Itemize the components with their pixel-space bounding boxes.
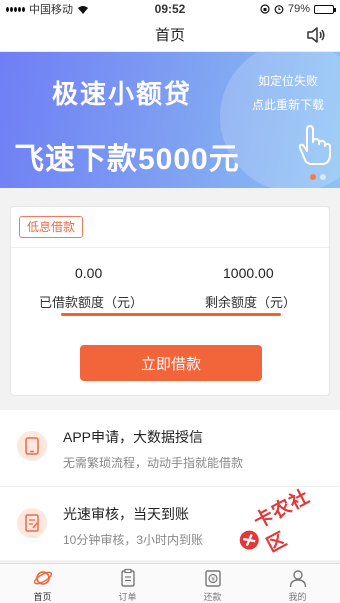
carousel-dots <box>310 174 326 180</box>
feature-item: APP申请，大数据授信 无需繁琐流程，动动手指就能借款 <box>0 410 340 484</box>
speaker-icon[interactable] <box>306 26 326 44</box>
feature-item: 光速审核，当天到账 10分钟审核，3小时内到账 <box>0 486 340 560</box>
tab-home[interactable]: 首页 <box>0 564 85 603</box>
carousel-dot[interactable] <box>320 174 326 180</box>
borrowed-amount-label: 已借款额度（元） <box>39 295 144 310</box>
nav-bar: 首页 <box>0 18 340 52</box>
banner-note-line2[interactable]: 点此重新下载 <box>252 96 324 113</box>
money-card-icon: ¥ <box>204 570 221 587</box>
battery-icon <box>314 4 336 14</box>
feature-title: 光速审核，当天到账 <box>63 506 189 522</box>
borrow-now-button[interactable]: 立即借款 <box>80 345 262 381</box>
carousel-dot-active[interactable] <box>310 174 316 180</box>
user-icon <box>289 570 306 588</box>
tab-label: 我的 <box>288 592 307 602</box>
banner-amount-text: 飞速下款5000元 <box>14 143 240 176</box>
feature-list: APP申请，大数据授信 无需繁琐流程，动动手指就能借款 光速审核，当天到账 10… <box>0 410 340 560</box>
page-title: 首页 <box>154 27 185 44</box>
promo-banner[interactable]: 极速小额贷 飞速下款5000元 如定位失败 点此重新下载 <box>0 52 340 188</box>
tab-profile[interactable]: 我的 <box>255 564 340 603</box>
banner-title: 极速小额贷 <box>52 79 193 109</box>
carrier-label: 中国移动 <box>29 4 73 16</box>
status-bar: 中国移动 09:52 79% <box>0 0 340 18</box>
svg-text:¥: ¥ <box>211 576 215 583</box>
feature-title: APP申请，大数据授信 <box>63 429 204 445</box>
signal-icon <box>6 6 25 12</box>
loan-card: 低息借款 0.00 已借款额度（元） 1000.00 剩余额度（元） 立即借款 <box>10 206 330 396</box>
amount-underline <box>61 313 281 316</box>
battery-percent: 79% <box>287 3 310 15</box>
tab-label: 首页 <box>33 592 52 602</box>
tap-hand-icon <box>298 125 331 165</box>
phone-icon <box>17 431 47 461</box>
feature-subtitle: 10分钟审核，3小时内到账 <box>63 533 204 547</box>
clipboard-icon <box>120 568 135 587</box>
wifi-icon <box>78 5 88 14</box>
card-divider <box>11 247 329 248</box>
document-edit-icon <box>17 508 47 538</box>
feature-subtitle: 无需繁琐流程，动动手指就能借款 <box>63 456 244 470</box>
remaining-amount-value: 1000.00 <box>223 265 274 281</box>
banner-note-line1[interactable]: 如定位失败 <box>258 72 318 89</box>
borrowed-amount-value: 0.00 <box>75 265 103 281</box>
tab-label: 订单 <box>118 592 137 602</box>
remaining-amount-label: 剩余额度（元） <box>205 295 297 310</box>
planet-icon <box>33 571 52 585</box>
tab-bar: 首页 订单 ¥ 还款 我的 <box>0 563 340 603</box>
orientation-lock-icon <box>260 4 270 14</box>
tab-orders[interactable]: 订单 <box>85 564 170 603</box>
tab-repayment[interactable]: ¥ 还款 <box>170 564 255 603</box>
alarm-icon <box>274 5 284 14</box>
tab-label: 还款 <box>203 592 222 602</box>
low-interest-tag: 低息借款 <box>19 216 84 238</box>
